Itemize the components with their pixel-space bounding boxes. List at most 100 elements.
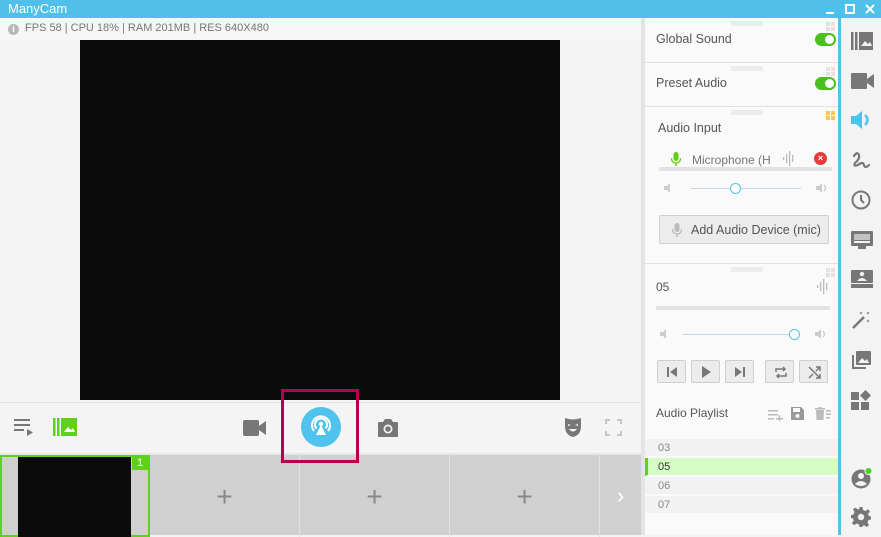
presets-icon [53, 418, 77, 436]
info-icon[interactable]: i [8, 24, 19, 35]
slider-knob[interactable] [788, 329, 800, 340]
current-track: 05 [656, 280, 670, 294]
drag-handle[interactable] [731, 267, 763, 272]
rail-video-sources[interactable] [851, 73, 874, 95]
volume-high-icon [816, 183, 827, 193]
rail-effects[interactable] [851, 310, 873, 332]
snapshot-button[interactable] [378, 419, 398, 442]
clear-playlist-button[interactable] [815, 407, 831, 425]
preset-audio-label: Preset Audio [656, 76, 727, 90]
rail-presets[interactable] [851, 32, 873, 54]
video-preview[interactable] [80, 40, 560, 400]
lower-thirds-icon [851, 231, 873, 249]
add-source-slot[interactable]: + [150, 455, 300, 537]
preset-audio-toggle[interactable] [815, 77, 836, 90]
playlist-item[interactable]: 03 [645, 439, 838, 457]
rail-drawing[interactable] [851, 150, 873, 172]
rail-account[interactable] [851, 467, 873, 489]
audio-device-row: Microphone (H × [645, 147, 838, 197]
section-grid-icon [826, 67, 835, 76]
playlist-button[interactable] [14, 417, 36, 442]
playlist-item-label: 07 [658, 499, 671, 511]
playlist-item-label: 03 [658, 442, 671, 454]
fullscreen-button[interactable] [605, 419, 622, 441]
next-sources-button[interactable]: › [600, 455, 641, 537]
player-volume-slider[interactable] [683, 329, 800, 340]
side-nav-rail [841, 18, 881, 535]
plus-icon: + [366, 481, 383, 512]
minimize-button[interactable] [820, 0, 840, 18]
rail-widgets[interactable] [851, 390, 873, 412]
video-button[interactable] [243, 420, 266, 441]
playlist-add-icon [768, 410, 783, 422]
save-playlist-button[interactable] [791, 407, 804, 425]
add-source-slot[interactable]: + [300, 455, 450, 537]
global-sound-label: Global Sound [656, 32, 732, 46]
play-button[interactable] [691, 360, 720, 383]
drag-handle[interactable] [731, 110, 763, 115]
skip-next-icon [735, 367, 745, 377]
title-bar: ManyCam [0, 0, 881, 18]
repeat-icon [775, 366, 787, 379]
section-grid-icon [826, 22, 835, 31]
device-name: Microphone (H [692, 153, 771, 167]
audio-playlist-label: Audio Playlist [656, 406, 729, 420]
section-grid-icon [826, 111, 835, 120]
minimize-icon [826, 12, 834, 14]
status-bar: i FPS 58 | CPU 18% | RAM 201MB | RES 640… [0, 18, 641, 40]
rail-images[interactable] [851, 350, 873, 372]
rail-settings[interactable] [851, 507, 873, 529]
rail-chroma-key[interactable] [851, 270, 873, 292]
global-sound-toggle[interactable] [815, 33, 836, 46]
face-mask-button[interactable] [565, 417, 581, 442]
video-camera-icon [851, 73, 874, 89]
playlist-item[interactable]: 07 [645, 496, 838, 514]
input-volume-slider[interactable] [691, 183, 801, 194]
close-button[interactable] [860, 0, 880, 18]
app-title: ManyCam [8, 1, 68, 16]
source-slot-1[interactable]: 1 [0, 455, 150, 537]
source-number-badge: 1 [132, 457, 148, 470]
save-icon [791, 407, 804, 420]
rail-time[interactable] [851, 190, 873, 212]
add-audio-device-button[interactable]: Add Audio Device (mic) [659, 215, 829, 244]
add-audio-device-label: Add Audio Device (mic) [691, 223, 821, 237]
magic-wand-icon [852, 311, 870, 329]
next-button[interactable] [725, 360, 754, 383]
source-thumbnail [18, 457, 131, 537]
rail-audio[interactable] [851, 110, 873, 132]
maximize-button[interactable] [840, 0, 860, 18]
play-icon [702, 366, 711, 378]
repeat-button[interactable] [765, 360, 794, 383]
squiggle-draw-icon [852, 152, 871, 169]
fullscreen-icon [605, 419, 622, 436]
preset-audio-section: Preset Audio [645, 63, 838, 107]
plus-icon: + [216, 481, 233, 512]
remove-device-button[interactable]: × [814, 152, 827, 165]
previous-button[interactable] [657, 360, 686, 383]
presets-button[interactable] [53, 418, 77, 441]
face-mask-icon [565, 418, 581, 437]
skip-previous-icon [667, 367, 677, 377]
drag-handle[interactable] [731, 66, 763, 71]
close-icon: × [817, 153, 824, 163]
audio-player-section: 05 Audio Playlist 03 05 06 07 [645, 264, 838, 535]
widgets-icon [851, 390, 871, 410]
trash-icon [815, 407, 831, 420]
add-source-slot[interactable]: + [450, 455, 600, 537]
chevron-right-icon: › [616, 483, 625, 508]
speaker-icon [851, 111, 869, 129]
volume-high-icon [815, 329, 826, 339]
broadcast-button[interactable] [301, 407, 341, 447]
shuffle-button[interactable] [799, 360, 828, 383]
rail-lower-thirds[interactable] [851, 231, 873, 253]
add-to-playlist-button[interactable] [768, 408, 783, 426]
presenter-screen-icon [851, 270, 873, 288]
slider-knob[interactable] [729, 183, 741, 194]
playlist-item-active[interactable]: 05 [645, 458, 838, 476]
playlist-item-label: 05 [658, 461, 671, 473]
drag-handle[interactable] [731, 21, 763, 26]
playlist-item[interactable]: 06 [645, 477, 838, 495]
audio-input-label: Audio Input [658, 121, 722, 135]
track-progress-bar[interactable] [656, 306, 830, 310]
